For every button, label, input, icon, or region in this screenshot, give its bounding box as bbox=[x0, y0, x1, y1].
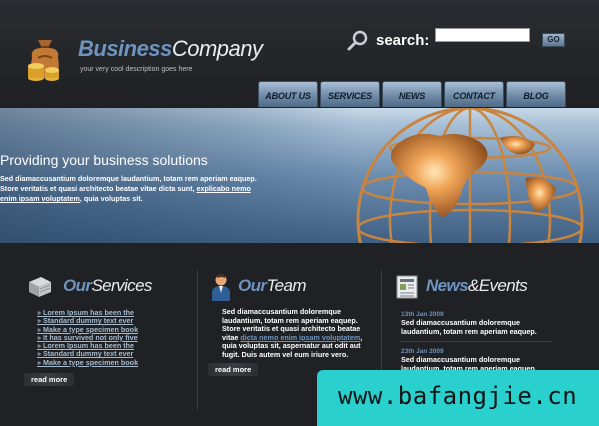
news-title-amp: & bbox=[468, 276, 479, 295]
banner-text-tail: , quia voluptas sit. bbox=[79, 194, 143, 203]
search-icon bbox=[347, 30, 368, 51]
newspaper-icon bbox=[396, 275, 418, 299]
news-title: News&Events bbox=[426, 276, 528, 296]
banner-text: Sed diamaccusantium doloremque laudantiu… bbox=[0, 174, 265, 204]
nav-contact[interactable]: CONTACT bbox=[444, 81, 504, 107]
go-button[interactable]: GO bbox=[542, 33, 565, 47]
nav-services[interactable]: SERVICES bbox=[320, 81, 380, 107]
money-bag-icon bbox=[28, 40, 59, 81]
header: BusinessCompany your very cool descripti… bbox=[0, 0, 599, 108]
news-divider bbox=[401, 341, 553, 342]
team-text: Sed diamaccusantium doloremque laudantiu… bbox=[222, 307, 367, 359]
team-title-b: Team bbox=[266, 276, 306, 295]
services-list: » Lorem Ipsum has been the » Standard du… bbox=[37, 308, 138, 367]
news-date: 13th Jan 2009 bbox=[401, 311, 444, 318]
watermark-text: www.bafangjie.cn bbox=[338, 382, 578, 410]
nav-news[interactable]: NEWS bbox=[382, 81, 442, 107]
team-title-a: Our bbox=[238, 276, 267, 295]
logo-title-part2: Company bbox=[171, 36, 263, 61]
search-label: search: bbox=[376, 32, 430, 49]
logo-title-part1: Business bbox=[78, 36, 172, 61]
services-link[interactable]: » Make a type specimen book bbox=[37, 358, 138, 367]
banner: Providing your business solutions Sed di… bbox=[0, 108, 599, 243]
logo-title[interactable]: BusinessCompany bbox=[78, 36, 263, 62]
tagline: your very cool description goes here bbox=[80, 66, 193, 73]
services-title-a: Our bbox=[63, 276, 92, 295]
news-item-text[interactable]: Sed diamaccusantium doloremque laudantiu… bbox=[401, 318, 551, 336]
person-icon bbox=[212, 274, 230, 301]
banner-title: Providing your business solutions bbox=[0, 152, 208, 168]
services-title-b: Services bbox=[91, 276, 152, 295]
nav-blog[interactable]: BLOG bbox=[506, 81, 566, 107]
team-title: OurTeam bbox=[238, 276, 307, 296]
services-read-more-button[interactable]: read more bbox=[24, 373, 75, 386]
services-title: OurServices bbox=[63, 276, 152, 296]
news-date: 23th Jan 2009 bbox=[401, 348, 444, 355]
search-input[interactable] bbox=[435, 28, 530, 42]
news-title-b: Events bbox=[478, 276, 528, 295]
column-divider bbox=[197, 270, 198, 410]
nav-about-us[interactable]: ABOUT US bbox=[258, 81, 318, 107]
team-read-more-button[interactable]: read more bbox=[208, 363, 259, 376]
book-icon bbox=[29, 277, 51, 297]
main-nav: ABOUT US SERVICES NEWS CONTACT BLOG bbox=[258, 81, 566, 107]
news-title-a: News bbox=[426, 276, 469, 295]
